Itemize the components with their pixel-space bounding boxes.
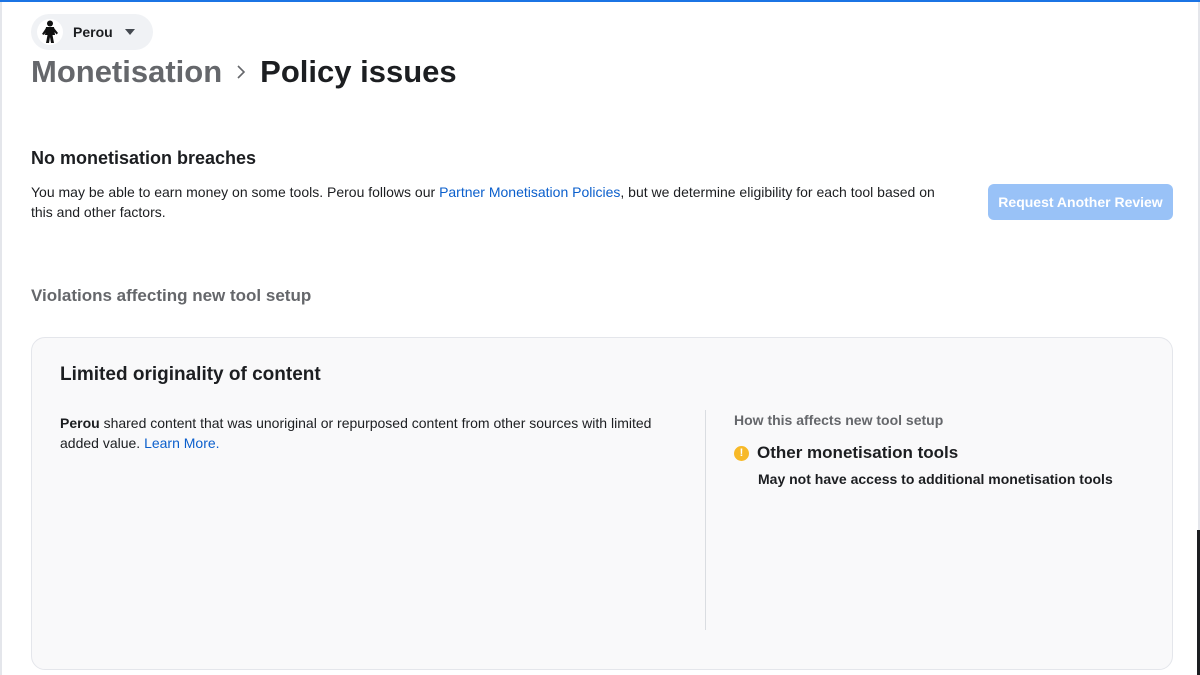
top-accent-bar	[0, 0, 1200, 2]
caret-down-icon	[124, 29, 135, 35]
effect-title: Other monetisation tools	[757, 443, 959, 462]
person-silhouette-icon	[42, 20, 58, 43]
card-divider	[705, 410, 706, 630]
partner-policies-link[interactable]: Partner Monetisation Policies	[439, 184, 620, 200]
learn-more-link[interactable]: Learn More.	[144, 435, 219, 451]
avatar	[37, 19, 63, 45]
breadcrumb: Monetisation Policy issues	[31, 54, 457, 90]
violation-page-name: Perou	[60, 415, 100, 431]
page-name: Perou	[73, 24, 113, 40]
request-review-button[interactable]: Request Another Review	[988, 184, 1173, 220]
effects-panel: How this affects new tool setup ! Other …	[734, 412, 1154, 487]
breadcrumb-monetisation-link[interactable]: Monetisation	[31, 54, 222, 90]
status-description: You may be able to earn money on some to…	[31, 182, 941, 222]
effects-label: How this affects new tool setup	[734, 412, 944, 428]
effect-row: ! Other monetisation tools	[734, 443, 1154, 463]
left-border	[0, 2, 2, 675]
violation-card: Limited originality of content Perou sha…	[31, 337, 1173, 670]
violation-title: Limited originality of content	[60, 364, 321, 385]
status-desc-before: You may be able to earn money on some to…	[31, 184, 440, 200]
page-title: Policy issues	[260, 54, 457, 89]
page-switcher[interactable]: Perou	[31, 14, 153, 50]
status-title: No monetisation breaches	[31, 148, 257, 168]
violation-description: Perou shared content that was unoriginal…	[60, 413, 680, 453]
effect-description: May not have access to additional moneti…	[758, 471, 1113, 487]
violations-heading: Violations affecting new tool setup	[31, 286, 312, 305]
warning-icon: !	[734, 445, 749, 461]
chevron-right-icon	[237, 65, 246, 79]
